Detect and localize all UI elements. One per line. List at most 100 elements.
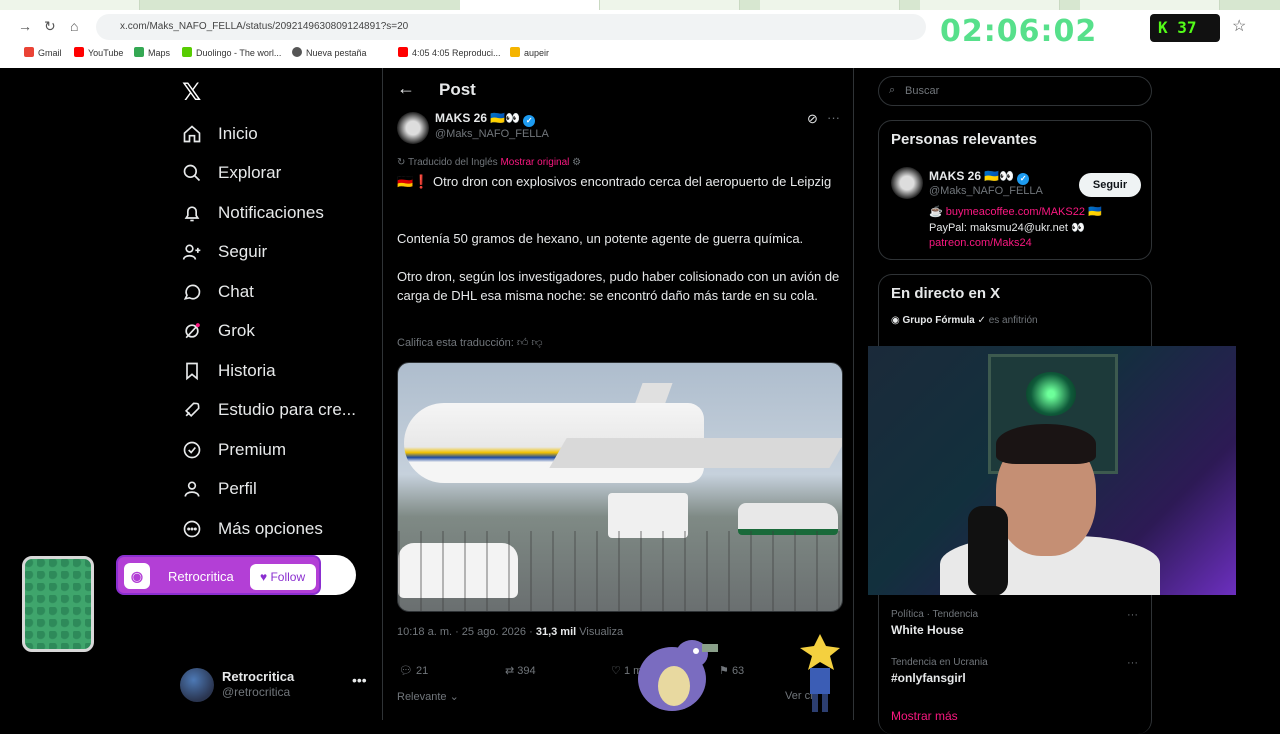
discord-icon: ◉: [124, 563, 150, 589]
more-circle-icon: [180, 517, 204, 541]
bio-line: ☕ buymeacoffee.com/MAKS22 🇺🇦: [929, 206, 1102, 218]
sidebar-item-chat[interactable]: Chat: [180, 274, 254, 310]
live-host[interactable]: ◉ Grupo Fórmula ✓ es anfitrión: [891, 315, 1038, 326]
reply-icon: 💬︎: [399, 665, 413, 677]
sidebar-item-label: Estudio para cre...: [218, 400, 356, 419]
trend-item[interactable]: Política · Tendencia White House ···: [891, 609, 1141, 637]
show-more-link[interactable]: Mostrar más: [891, 709, 958, 723]
bookmark-aupeir[interactable]: aupeir: [510, 47, 549, 58]
heart-icon: ♡: [611, 665, 621, 677]
browser-tab[interactable]: [760, 0, 900, 10]
sidebar-item-grok[interactable]: Grok: [180, 313, 255, 349]
sidebar-item-estudio[interactable]: Estudio para cre...: [180, 392, 356, 428]
search-input[interactable]: ⌕ Buscar: [878, 76, 1152, 106]
account-switcher[interactable]: Retrocritica @retrocritica •••: [180, 666, 380, 706]
post-text: Otro dron, según los investigadores, pud…: [397, 269, 840, 303]
bookmark-gmail[interactable]: Gmail: [24, 47, 62, 58]
back-arrow-icon[interactable]: ←: [397, 78, 415, 99]
bookmark-new-tab[interactable]: Nueva pestaña: [292, 47, 367, 58]
discord-follow-button[interactable]: ♥ Follow: [250, 564, 316, 590]
bookmark-duolingo[interactable]: Duolingo - The worl...: [182, 47, 281, 58]
search-icon: ⌕: [889, 84, 896, 96]
bookmark-youtube[interactable]: YouTube: [74, 47, 123, 58]
more-icon[interactable]: ···: [1127, 657, 1138, 669]
browser-tab[interactable]: [1080, 0, 1220, 10]
sort-relevant-dropdown[interactable]: Relevante ⌄: [397, 690, 459, 703]
thumbs-up-icon[interactable]: 👍︎: [517, 337, 529, 349]
person-name[interactable]: MAKS 26 🇺🇦👀 ✓: [929, 169, 1030, 185]
post-author-handle[interactable]: @Maks_NAFO_FELLA: [435, 128, 549, 140]
bookmark-star-icon[interactable]: ☆: [1232, 16, 1246, 36]
sidebar-item-notificaciones[interactable]: Notificaciones: [180, 195, 324, 231]
sidebar-item-label: Perfil: [218, 479, 257, 498]
home-icon: [180, 122, 204, 146]
trend-item[interactable]: Tendencia en Ucrania #onlyfansgirl ···: [891, 657, 1141, 685]
sidebar-item-label: Historia: [218, 361, 276, 380]
sidebar-item-label: Chat: [218, 282, 254, 301]
verified-icon: ✓: [1017, 173, 1030, 185]
bio-link[interactable]: patreon.com/Maks24: [929, 237, 1149, 249]
thumbs-down-icon[interactable]: 👎︎: [531, 337, 542, 349]
grok-icon: [180, 319, 204, 343]
post-text: 🇩🇪❗ Otro dron con explosivos encontrado …: [397, 174, 832, 189]
post-author-name[interactable]: MAKS 26 🇺🇦👀 ✓: [435, 111, 536, 127]
translation-notice: ↻ Traducido del Inglés Mostrar original …: [397, 157, 582, 168]
bookmark-video[interactable]: 4:05 4:05 Reproduci...: [398, 47, 501, 58]
more-icon[interactable]: ···: [827, 110, 840, 125]
browser-tab[interactable]: [920, 0, 1060, 10]
sidebar-item-premium[interactable]: Premium: [180, 432, 286, 468]
sidebar-item-explorar[interactable]: Explorar: [180, 155, 281, 191]
settings-icon[interactable]: ⚙: [572, 157, 581, 168]
discord-widget: ◉ Retrocritica ♥ Follow: [116, 555, 356, 595]
post-image[interactable]: [397, 362, 843, 612]
more-icon[interactable]: •••: [352, 672, 367, 688]
bell-icon: [180, 201, 204, 225]
sidebar-item-label: Inicio: [218, 124, 258, 143]
browser-tab-active[interactable]: [460, 0, 600, 10]
post-column: ← Post MAKS 26 🇺🇦👀 ✓ @Maks_NAFO_FELLA ⊘ ·…: [382, 68, 854, 720]
sidebar-item-mas-opciones[interactable]: Más opciones: [180, 511, 323, 547]
cam-microphone: [968, 506, 1008, 595]
more-icon[interactable]: ···: [1127, 609, 1138, 621]
x-logo-icon[interactable]: 𝕏: [182, 78, 201, 106]
reload-icon[interactable]: ↻: [44, 18, 56, 35]
post-meta: 10:18 a. m. · 25 ago. 2026 · 31,3 mil Vi…: [397, 626, 624, 638]
browser-tab[interactable]: [0, 0, 140, 10]
sidebar-item-label: Más opciones: [218, 519, 323, 538]
premium-icon: [180, 438, 204, 462]
rate-translation: Califica esta traducción: 👍︎ 👎︎: [397, 337, 543, 349]
bookmark-button[interactable]: ⚑ 63: [719, 664, 744, 677]
reply-button[interactable]: 💬︎ 21: [399, 664, 428, 677]
sidebar-item-inicio[interactable]: Inicio: [180, 116, 258, 152]
sprite-overlay: [638, 640, 718, 711]
repost-icon: ⇄: [505, 665, 515, 677]
cam-person-hair: [996, 424, 1096, 464]
sidebar-item-seguir[interactable]: Seguir: [180, 234, 267, 270]
forward-icon[interactable]: →: [18, 18, 32, 34]
bio-link[interactable]: buymeacoffee.com/MAKS22: [946, 206, 1085, 218]
panel-title: Personas relevantes: [891, 131, 1037, 148]
fence: [398, 531, 842, 611]
avatar[interactable]: [891, 167, 923, 199]
bookmark-icon: [180, 359, 204, 383]
rocket-icon: [180, 398, 204, 422]
repost-button[interactable]: ⇄ 394: [505, 664, 536, 677]
bookmark-maps[interactable]: Maps: [134, 47, 170, 58]
kick-count: 37: [1177, 18, 1197, 37]
show-original-link[interactable]: Mostrar original: [500, 157, 569, 168]
sidebar-item-historia[interactable]: Historia: [180, 353, 276, 389]
sidebar: 𝕏 Inicio Explorar Notificaciones Seguir …: [170, 68, 382, 720]
translate-icon: ↻: [397, 157, 406, 168]
page-title: Post: [439, 80, 476, 99]
post-author-avatar[interactable]: [397, 112, 429, 144]
account-handle: @retrocritica: [222, 685, 291, 699]
browser-tab[interactable]: [600, 0, 740, 10]
follow-button[interactable]: Seguir: [1079, 173, 1141, 197]
avatar: [180, 668, 214, 702]
grok-icon[interactable]: ⊘: [807, 111, 818, 127]
sidebar-item-perfil[interactable]: Perfil: [180, 471, 257, 507]
home-icon[interactable]: ⌂: [70, 18, 78, 34]
relevant-people-panel: Personas relevantes MAKS 26 🇺🇦👀 ✓ @Maks_N…: [878, 120, 1152, 260]
panel-title: En directo en X: [891, 285, 1001, 302]
address-bar[interactable]: x.com/Maks_NAFO_FELLA/status/20921496308…: [96, 14, 926, 40]
